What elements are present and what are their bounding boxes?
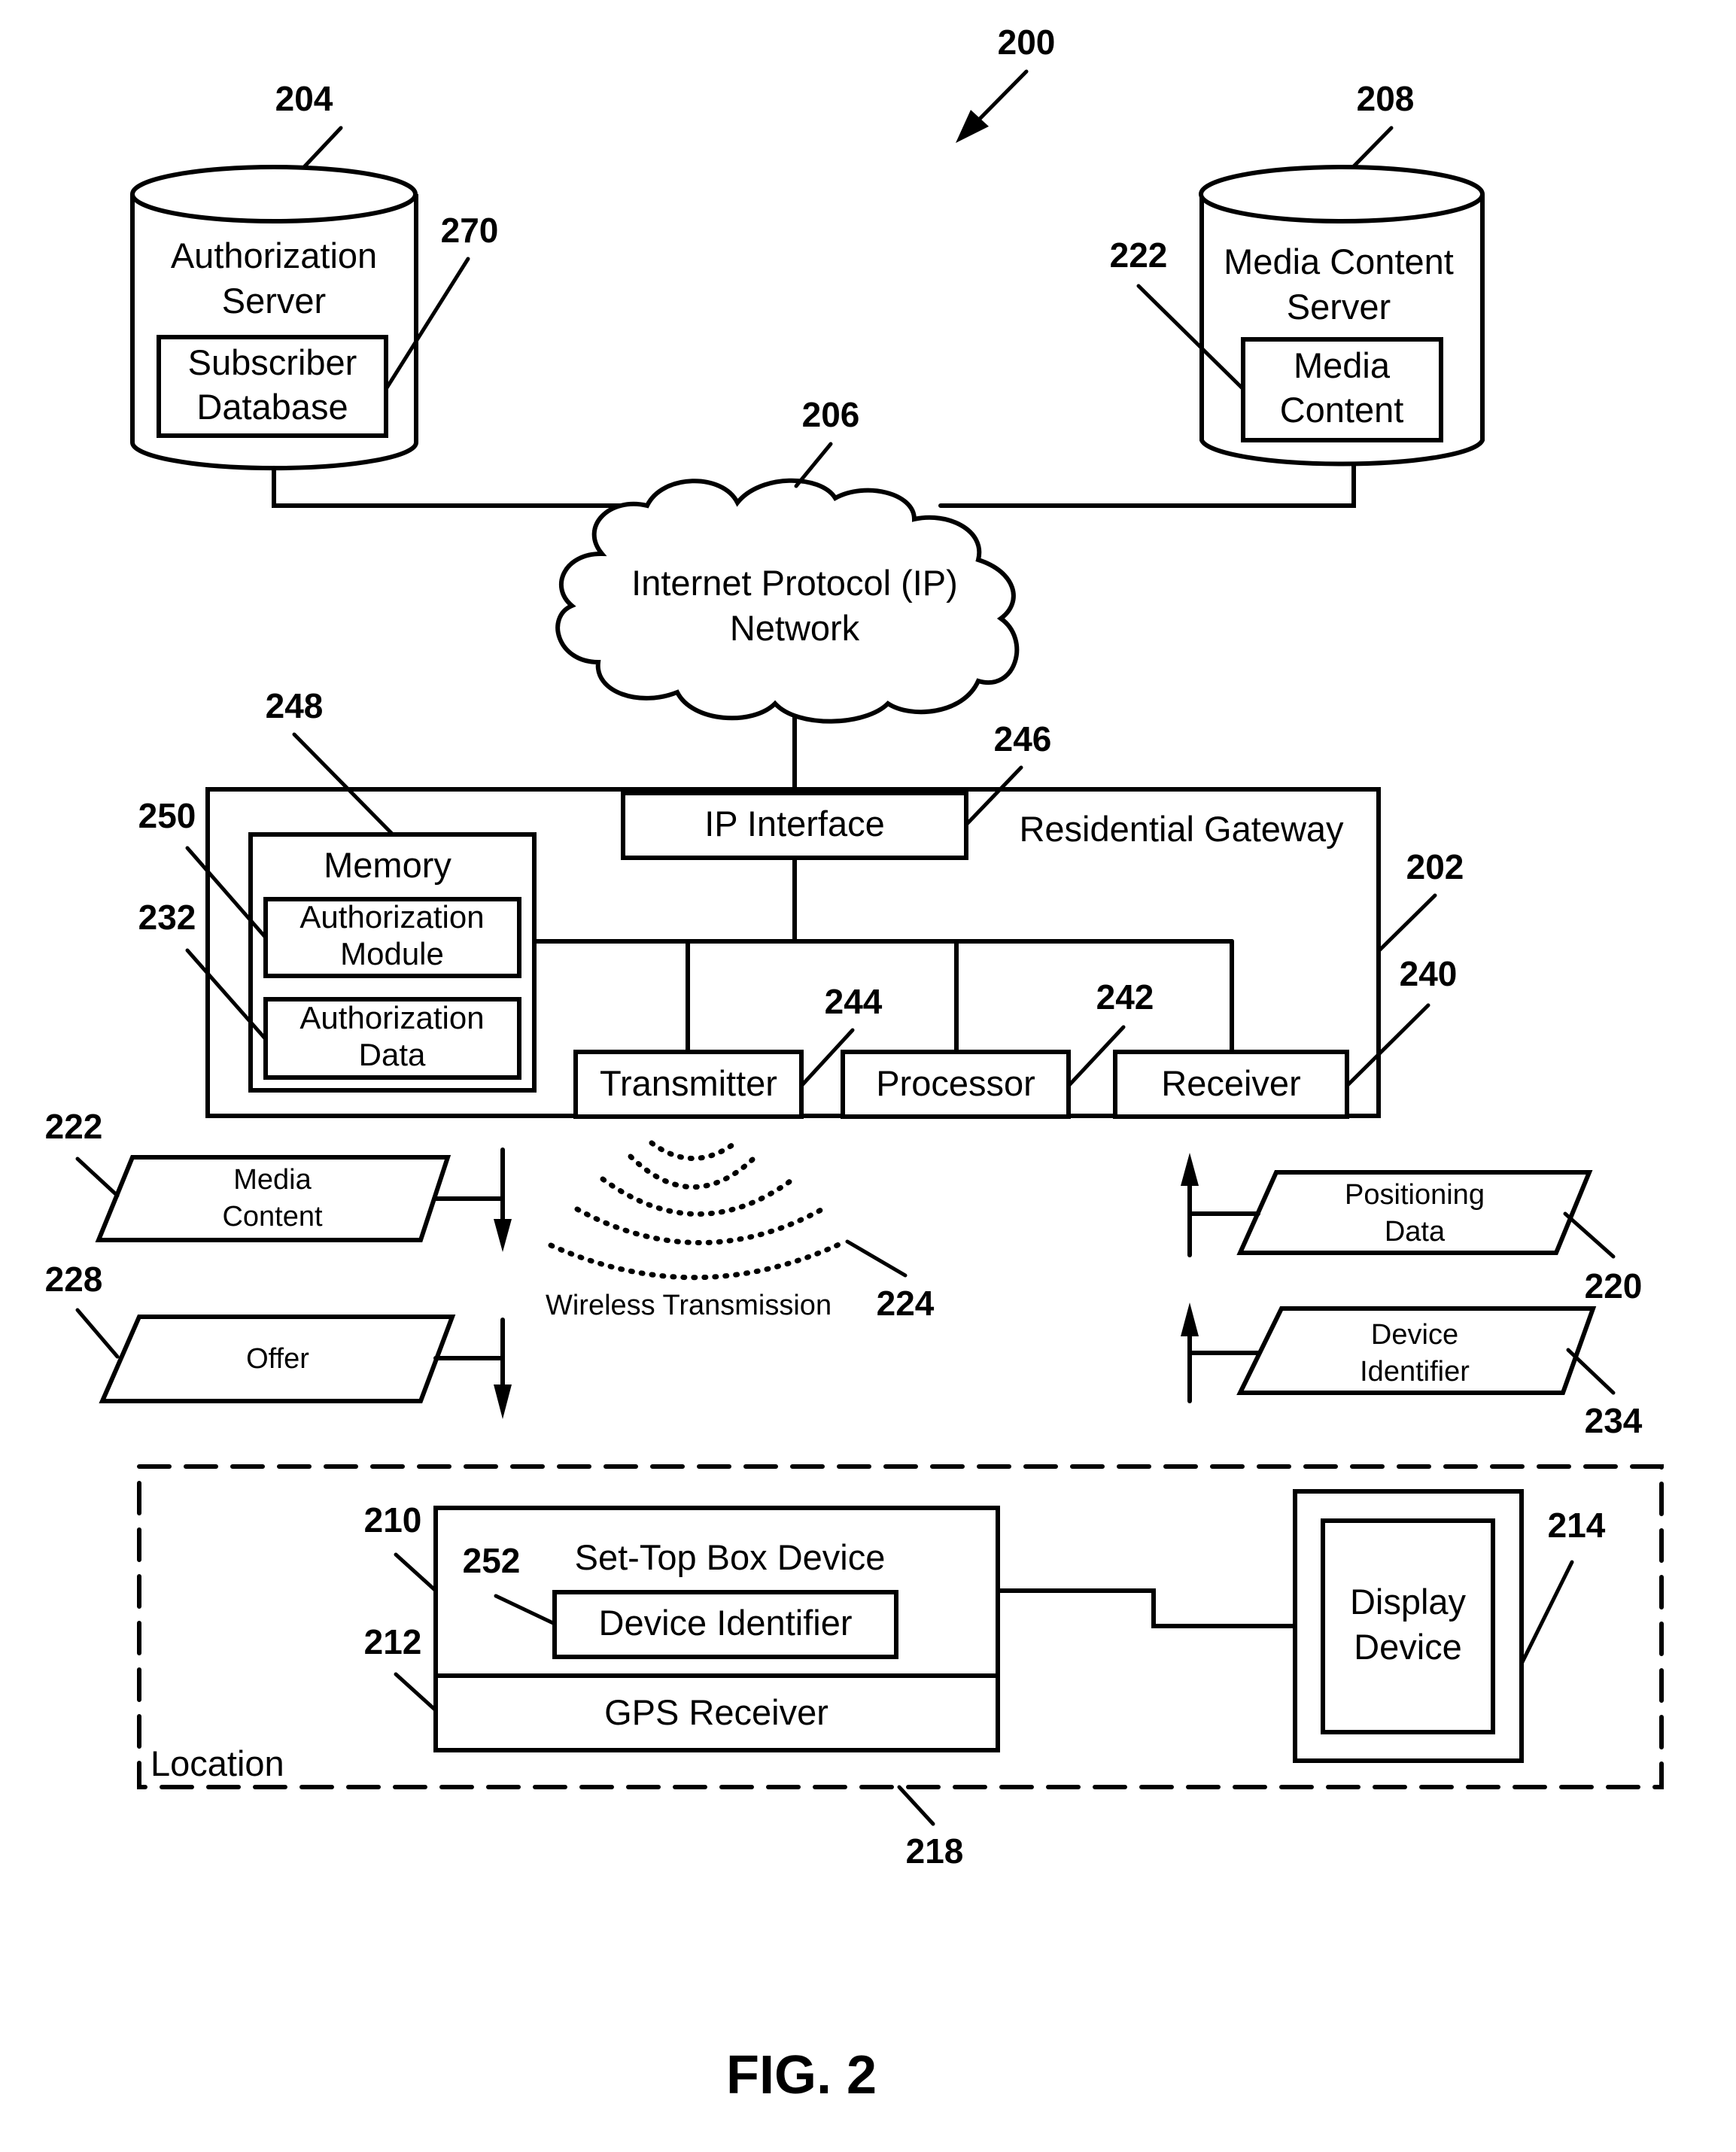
positioning-data-line1: Positioning xyxy=(1345,1179,1485,1211)
display-device-leader xyxy=(1519,1560,1574,1666)
ip-network-leader xyxy=(794,442,833,488)
patent-figure: 200 Authorization Server Subscriber Data… xyxy=(45,23,1664,2105)
wireless-transmission-leader xyxy=(845,1239,908,1278)
authorization-module-line1: Authorization xyxy=(299,899,484,935)
residential-gateway-ref: 202 xyxy=(1406,847,1464,886)
media-content-data-line2: Content xyxy=(222,1201,323,1233)
location-leader xyxy=(897,1785,935,1826)
device-identifier-data-line1: Device xyxy=(1371,1319,1458,1351)
offer-data-leader xyxy=(75,1308,120,1359)
system-ref-group: 200 xyxy=(956,23,1055,143)
processor-label: Processor xyxy=(876,1063,1035,1103)
authorization-server[interactable]: Authorization Server Subscriber Database xyxy=(130,165,418,471)
offer-data-label: Offer xyxy=(246,1343,309,1375)
wireless-transmission-ref: 224 xyxy=(877,1284,935,1323)
media-content-ref: 222 xyxy=(1110,236,1168,275)
arrow-down-icon xyxy=(494,1219,512,1252)
media-content-server-leader xyxy=(1351,126,1394,169)
positioning-data-leader xyxy=(1563,1211,1616,1259)
ip-network-line1: Internet Protocol (IP) xyxy=(631,563,958,603)
system-ref-label: 200 xyxy=(998,23,1056,62)
authorization-data-ref: 232 xyxy=(138,898,196,937)
media-content-server-title-line2: Server xyxy=(1287,287,1391,327)
media-content-box-line1: Media xyxy=(1294,345,1391,385)
display-device-line1: Display xyxy=(1350,1582,1467,1622)
processor-ref: 242 xyxy=(1096,977,1154,1017)
receiver-label: Receiver xyxy=(1161,1063,1300,1103)
display-device-line2: Device xyxy=(1354,1627,1462,1667)
set-top-box-ref: 210 xyxy=(364,1500,422,1540)
ip-interface-ref: 246 xyxy=(994,719,1052,758)
memory-ref: 248 xyxy=(266,686,324,725)
positioning-data-ref: 220 xyxy=(1585,1266,1643,1305)
authorization-server-cylinder-top xyxy=(130,165,418,223)
media-content-server[interactable]: Media Content Server Media Content xyxy=(1199,165,1485,467)
wireless-transmission-label: Wireless Transmission xyxy=(546,1290,832,1321)
residential-gateway-title: Residential Gateway xyxy=(1019,809,1344,849)
media-server-network-link xyxy=(938,464,1356,508)
upstream-device-identifier[interactable]: Device Identifier xyxy=(1181,1302,1597,1403)
device-identifier-data-ref: 234 xyxy=(1585,1401,1643,1440)
media-content-server-cylinder-top xyxy=(1199,165,1485,223)
residential-gateway-leader xyxy=(1376,893,1437,953)
wireless-arc-2 xyxy=(628,1154,756,1190)
wireless-arc-3 xyxy=(600,1176,796,1217)
device-identifier-label: Device Identifier xyxy=(599,1603,853,1643)
device-identifier-data-line2: Identifier xyxy=(1360,1356,1470,1388)
authorization-module-ref: 250 xyxy=(138,796,196,835)
receiver-ref: 240 xyxy=(1400,954,1458,993)
arrow-up-icon xyxy=(1181,1153,1199,1186)
gps-receiver-leader xyxy=(394,1672,438,1713)
display-device[interactable]: Display Device xyxy=(1293,1489,1524,1763)
residential-gateway[interactable]: Residential Gateway IP Interface Memory … xyxy=(205,787,1381,1119)
subscriber-database-ref: 270 xyxy=(441,211,499,250)
ip-network-ref: 206 xyxy=(802,395,860,434)
arrow-down-icon xyxy=(494,1385,512,1419)
display-device-ref: 214 xyxy=(1548,1506,1606,1545)
authorization-module-line2: Module xyxy=(340,936,444,971)
upstream-positioning-data[interactable]: Positioning Data xyxy=(1181,1153,1593,1257)
media-content-data-ref: 222 xyxy=(45,1107,103,1146)
wireless-transmission: Wireless Transmission 224 xyxy=(546,1140,935,1323)
authorization-server-leader xyxy=(302,126,343,169)
offer-data-ref: 228 xyxy=(45,1260,103,1299)
authorization-server-ref: 204 xyxy=(275,79,333,118)
subscriber-database-line2: Database xyxy=(196,387,348,427)
positioning-data-line2: Data xyxy=(1385,1216,1446,1248)
gps-receiver-label[interactable]: GPS Receiver xyxy=(604,1692,828,1732)
media-content-server-title-line1: Media Content xyxy=(1224,242,1454,281)
media-content-box-line2: Content xyxy=(1280,390,1404,430)
transmitter-ref: 244 xyxy=(825,982,883,1021)
memory-label: Memory xyxy=(324,845,451,885)
downstream-offer[interactable]: Offer xyxy=(99,1315,512,1419)
media-content-data-leader xyxy=(75,1157,120,1198)
ip-network-line2: Network xyxy=(730,608,860,648)
wireless-arc-1 xyxy=(649,1140,738,1161)
authorization-server-title-line2: Server xyxy=(222,281,326,321)
subscriber-database-line1: Subscriber xyxy=(188,342,357,382)
figure-caption: FIG. 2 xyxy=(726,2045,877,2105)
wireless-arc-5 xyxy=(548,1240,845,1281)
media-content-data-line1: Media xyxy=(233,1164,312,1196)
set-top-box-title: Set-Top Box Device xyxy=(575,1537,886,1577)
media-content-server-ref: 208 xyxy=(1357,79,1415,118)
ip-interface-label: IP Interface xyxy=(704,804,885,843)
stb-display-link xyxy=(996,1588,1297,1628)
downstream-media-content[interactable]: Media Content xyxy=(95,1147,512,1252)
gps-receiver-ref: 212 xyxy=(364,1622,422,1661)
authorization-data-line2: Data xyxy=(359,1037,426,1072)
set-top-box-leader xyxy=(394,1552,438,1593)
transmitter-label: Transmitter xyxy=(600,1063,777,1103)
authorization-data-line1: Authorization xyxy=(299,1000,484,1035)
location-ref: 218 xyxy=(906,1831,964,1871)
location-label: Location xyxy=(150,1743,284,1783)
device-identifier-data-leader xyxy=(1566,1348,1616,1395)
authorization-server-title-line1: Authorization xyxy=(171,236,377,275)
system-ref-arrow-shaft xyxy=(970,69,1029,129)
ip-network-cloud[interactable]: Internet Protocol (IP) Network xyxy=(555,478,1020,724)
arrow-up-icon xyxy=(1181,1302,1199,1336)
auth-server-network-link xyxy=(272,466,649,508)
device-identifier-ref: 252 xyxy=(463,1541,521,1580)
